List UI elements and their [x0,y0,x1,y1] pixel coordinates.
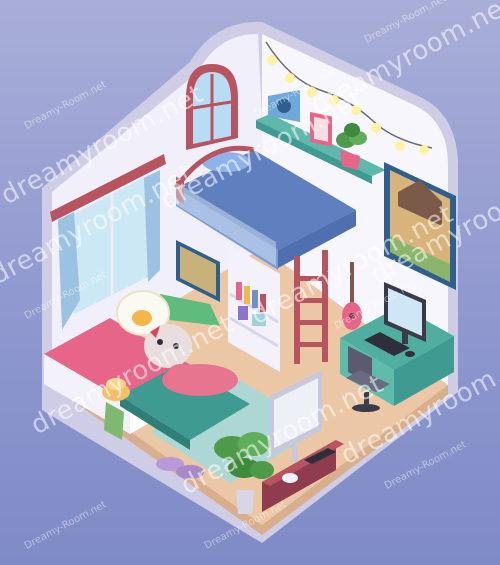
arched-window-icon [186,64,238,150]
game-controller-icon [282,473,298,483]
picture-frame-icon [310,111,332,147]
isometric-room-scene [42,21,458,543]
